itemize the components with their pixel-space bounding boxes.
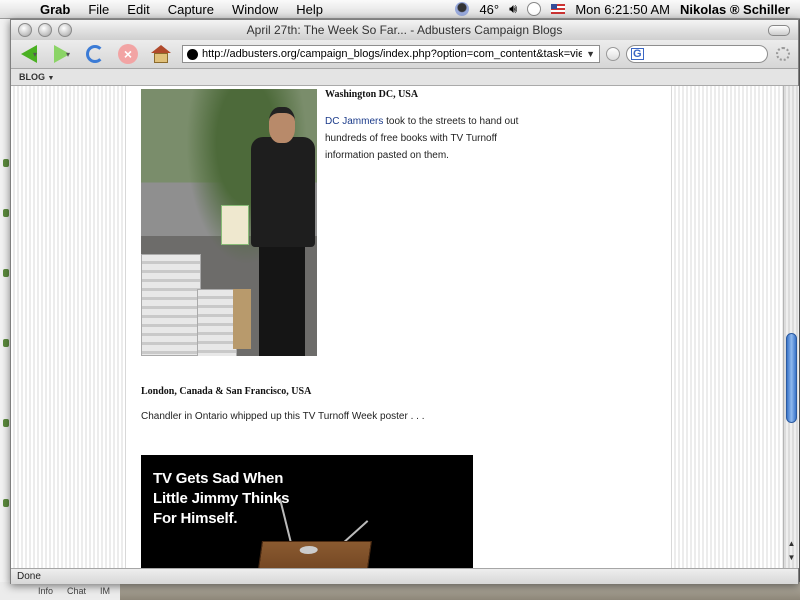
- menu-capture[interactable]: Capture: [168, 2, 214, 17]
- dc-jammers-link[interactable]: DC Jammers: [325, 116, 383, 127]
- background-icon: [3, 419, 9, 427]
- section-heading-london: London, Canada & San Francisco, USA: [141, 386, 312, 397]
- background-window-tabs: Info Chat IM: [0, 582, 120, 600]
- background-icon: [3, 269, 9, 277]
- status-bar: Done: [11, 568, 798, 584]
- back-button[interactable]: ▾: [14, 42, 44, 66]
- status-text: Done: [17, 571, 41, 582]
- home-button[interactable]: [146, 42, 176, 66]
- window-controls: [18, 23, 78, 37]
- site-icon: [187, 48, 198, 60]
- menu-extras: 46° 🔊︎ Mon 6:21:50 AM Nikolas ® Schiller: [445, 1, 800, 17]
- dc-jammer-photo: [141, 89, 317, 356]
- reload-icon: [86, 45, 104, 63]
- menu-bar: Grab File Edit Capture Window Help 46° 🔊…: [0, 0, 800, 19]
- poster-line: Little Jimmy Thinks: [153, 490, 290, 507]
- scroll-down-arrow-icon[interactable]: ▼: [786, 552, 797, 563]
- menu-window[interactable]: Window: [232, 2, 278, 17]
- tv-set: [256, 541, 372, 568]
- user-name[interactable]: Nikolas ® Schiller: [680, 2, 790, 17]
- book-crate: [141, 254, 201, 356]
- bookmarks-bar: BLOG ▼: [11, 69, 798, 86]
- background-icon: [3, 209, 9, 217]
- menu-help[interactable]: Help: [296, 2, 323, 17]
- clock[interactable]: Mon 6:21:50 AM: [575, 2, 670, 17]
- throbber-icon: [776, 47, 790, 61]
- stop-icon: ×: [118, 44, 138, 64]
- google-search-icon[interactable]: G: [631, 48, 644, 60]
- background-icon: [3, 339, 9, 347]
- chevron-down-icon: ▼: [47, 75, 55, 82]
- minimize-window-button[interactable]: [38, 23, 52, 37]
- book-in-hand: [221, 205, 249, 245]
- url-input[interactable]: http://adbusters.org/campaign_blogs/inde…: [202, 48, 582, 60]
- menu-edit[interactable]: Edit: [127, 2, 149, 17]
- chevron-down-icon: ▾: [32, 49, 37, 59]
- temperature-label: 46°: [479, 1, 500, 17]
- menu-file[interactable]: File: [88, 2, 109, 17]
- home-icon: [151, 45, 171, 63]
- background-icon: [3, 499, 9, 507]
- forward-button[interactable]: ▾: [47, 42, 77, 66]
- section-text-london: Chandler in Ontario whipped up this TV T…: [141, 411, 425, 422]
- bookmark-blog-label: BLOG: [19, 72, 45, 82]
- tab-chat[interactable]: Chat: [67, 586, 86, 596]
- vertical-scrollbar[interactable]: ▲ ▼: [783, 86, 799, 568]
- poster-line: TV Gets Sad When: [153, 470, 284, 487]
- chevron-down-icon: ▾: [65, 49, 70, 59]
- page-left-margin: [11, 86, 126, 568]
- desktop-background: [0, 582, 800, 600]
- title-bar[interactable]: April 27th: The Week So Far... - Adbuste…: [11, 20, 798, 40]
- browser-window: April 27th: The Week So Far... - Adbuste…: [10, 19, 799, 584]
- page-right-margin: [671, 86, 783, 568]
- section-heading-washington: Washington DC, USA: [325, 89, 419, 100]
- tv-turnoff-poster: TV Gets Sad When Little Jimmy Thinks For…: [141, 455, 473, 568]
- menu-app-grab[interactable]: Grab: [40, 2, 70, 17]
- scroll-thumb[interactable]: [786, 333, 797, 423]
- navigation-toolbar: ▾ ▾ × http://adbusters.org/campaign_blog…: [11, 40, 798, 69]
- input-flag-icon[interactable]: [551, 4, 566, 14]
- bubble-icon[interactable]: [527, 2, 542, 16]
- toolbar-toggle-button[interactable]: [768, 25, 790, 36]
- go-icon[interactable]: [606, 47, 620, 61]
- stop-button[interactable]: ×: [113, 42, 143, 66]
- weather-icon[interactable]: [455, 2, 470, 16]
- web-content: Washington DC, USA DC Jammers took to th…: [11, 86, 783, 568]
- background-icon: [3, 159, 9, 167]
- section-text-washington: DC Jammers took to the streets to hand o…: [325, 113, 525, 164]
- reload-button[interactable]: [80, 42, 110, 66]
- tab-im[interactable]: IM: [100, 586, 110, 596]
- poster-line: For Himself.: [153, 510, 238, 527]
- search-field[interactable]: G: [626, 45, 768, 63]
- bookmark-blog-folder[interactable]: BLOG ▼: [19, 72, 54, 82]
- url-history-dropdown-icon[interactable]: ▼: [586, 49, 595, 59]
- scroll-up-arrow-icon[interactable]: ▲: [786, 538, 797, 549]
- blog-article: Washington DC, USA DC Jammers took to th…: [126, 86, 671, 568]
- tab-info[interactable]: Info: [38, 586, 53, 596]
- zoom-window-button[interactable]: [58, 23, 72, 37]
- volume-icon[interactable]: 🔊︎: [509, 1, 517, 17]
- window-title: April 27th: The Week So Far... - Adbuste…: [246, 23, 563, 37]
- close-window-button[interactable]: [18, 23, 32, 37]
- address-bar[interactable]: http://adbusters.org/campaign_blogs/inde…: [182, 45, 600, 63]
